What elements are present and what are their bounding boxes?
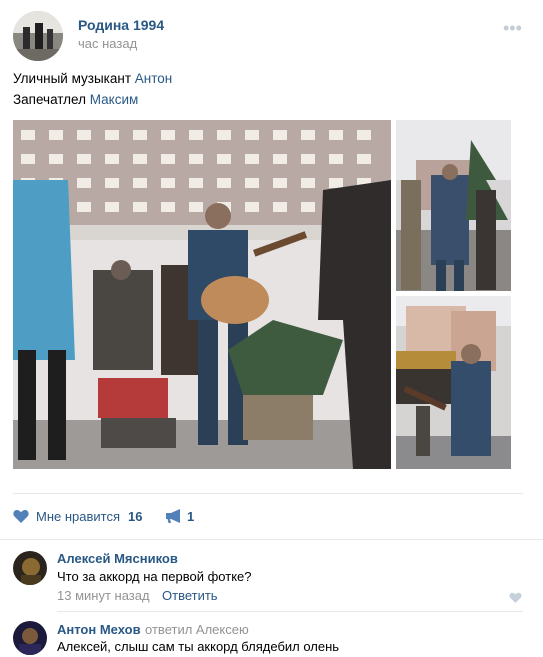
post-text: Уличный музыкант <box>13 71 135 86</box>
share-count: 1 <box>187 508 195 524</box>
divider <box>13 493 523 494</box>
post-photo[interactable] <box>396 296 511 469</box>
comment-author[interactable]: Алексей Мясников <box>57 551 178 566</box>
divider <box>57 611 523 612</box>
author-name[interactable]: Родина 1994 <box>78 17 164 33</box>
post-timestamp[interactable]: час назад <box>78 36 137 51</box>
comment-like-button[interactable] <box>509 590 522 608</box>
mention-link[interactable]: Антон <box>135 71 172 86</box>
like-count: 16 <box>128 508 143 524</box>
heart-icon <box>13 509 29 523</box>
post-photo[interactable] <box>13 120 391 469</box>
like-label: Мне нравится <box>36 508 121 524</box>
reply-button[interactable]: Ответить <box>162 588 218 603</box>
post-photo[interactable] <box>396 120 511 291</box>
comment-text: Что за аккорд на первой фотке? <box>57 569 252 584</box>
comment-text: Алексей, слыш сам ты аккорд блядебил оле… <box>57 639 340 654</box>
more-options-icon[interactable]: ••• <box>503 18 522 39</box>
comment-author[interactable]: Антон Мехов <box>57 622 141 637</box>
author-avatar[interactable] <box>13 11 63 61</box>
post-text-line-1: Уличный музыкант Антон <box>13 71 172 86</box>
megaphone-icon <box>166 509 180 523</box>
replied-to-label[interactable]: ответил Алексею <box>145 622 249 637</box>
heart-icon <box>509 592 522 603</box>
comment-timestamp[interactable]: 13 минут назад <box>57 588 150 603</box>
mention-link[interactable]: Максим <box>90 92 139 107</box>
comment-header: Антон Мехов ответил Алексею <box>57 621 249 639</box>
post-text: Запечатлел <box>13 92 90 107</box>
commenter-avatar[interactable] <box>13 621 47 655</box>
post-text-line-2: Запечатлел Максим <box>13 92 138 107</box>
share-button[interactable]: 1 <box>165 506 194 526</box>
divider <box>0 539 543 540</box>
like-button[interactable]: Мне нравится 16 <box>13 506 142 526</box>
commenter-avatar[interactable] <box>13 551 47 585</box>
